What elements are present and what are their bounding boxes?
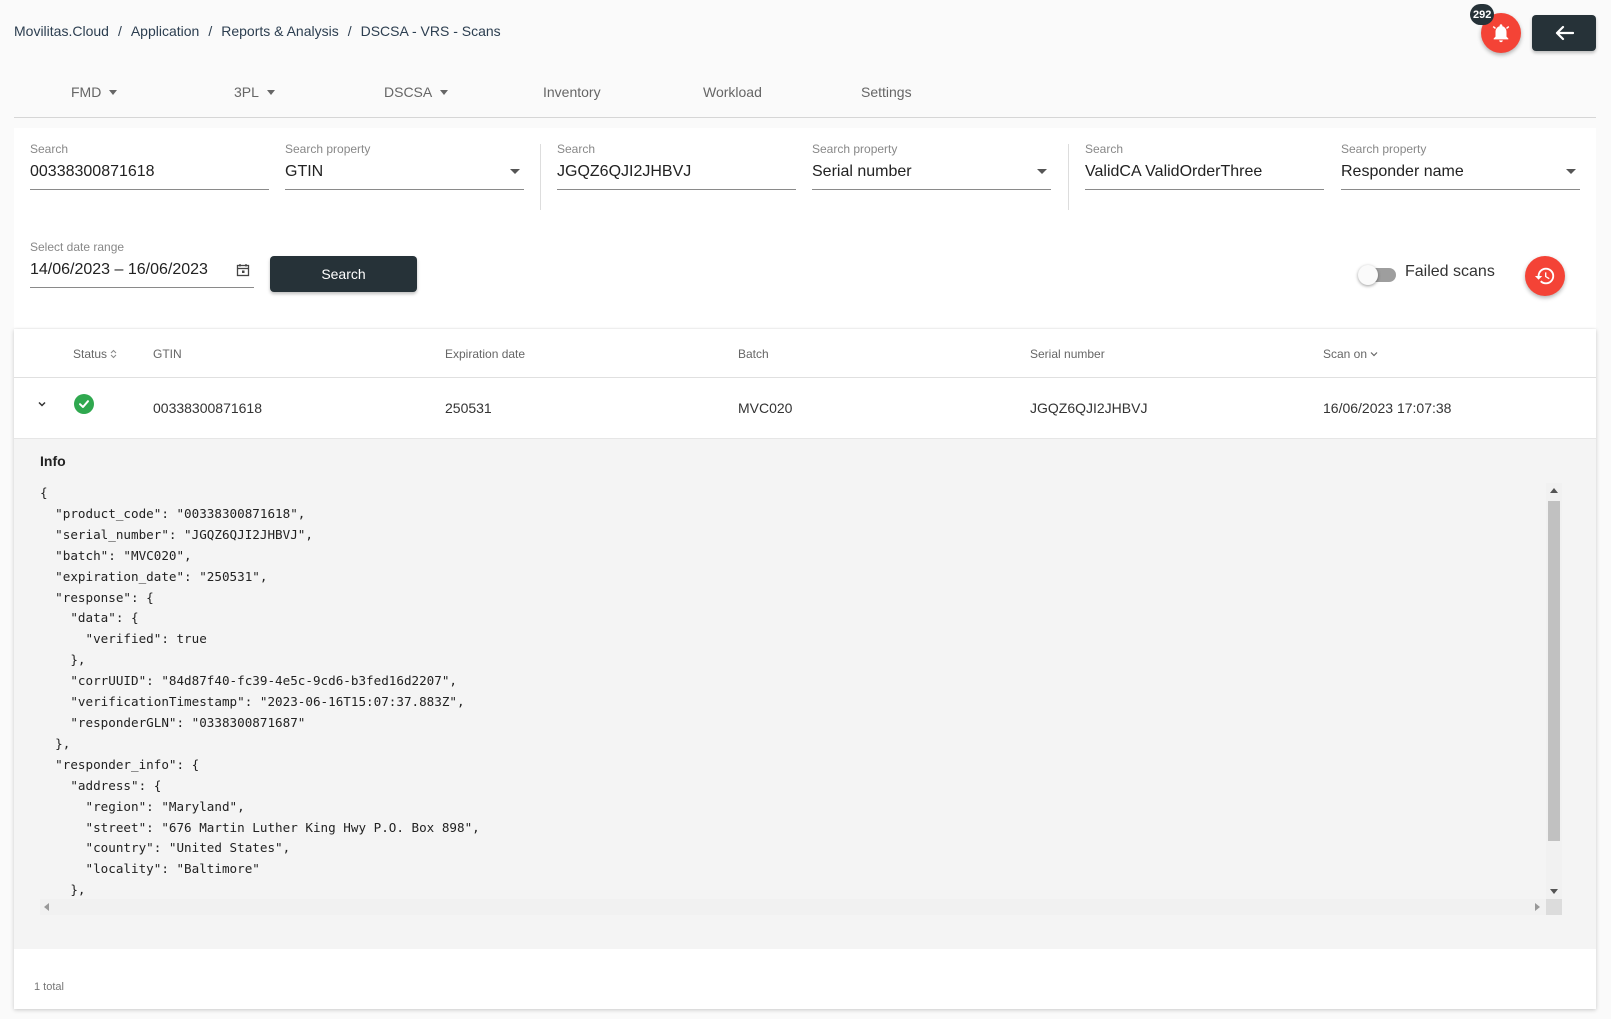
failed-scans-label: Failed scans xyxy=(1405,263,1495,280)
column-header-serial-number[interactable]: Serial number xyxy=(1030,347,1105,361)
history-icon xyxy=(1534,267,1555,285)
cell-serial-number: JGQZ6QJI2JHBVJ xyxy=(1030,400,1148,416)
caret-down-icon xyxy=(266,89,275,95)
field-label: Search xyxy=(557,142,596,156)
breadcrumb-current-page: DSCSA - VRS - Scans xyxy=(360,23,501,39)
json-viewer: { "product_code": "00338300871618", "ser… xyxy=(40,483,1576,923)
search-field-1[interactable]: Search 00338300871618 xyxy=(30,142,269,190)
vertical-scrollbar[interactable] xyxy=(1546,483,1562,899)
search-property-select-2[interactable]: Search property Serial number xyxy=(812,142,1051,190)
nav-item-settings[interactable]: Settings xyxy=(861,84,912,100)
cell-expiration-date: 250531 xyxy=(445,400,492,416)
caret-down-icon xyxy=(440,89,449,95)
search-field-2[interactable]: Search JGQZ6QJI2JHBVJ xyxy=(557,142,796,190)
nav-item-label: Inventory xyxy=(543,84,601,100)
sort-icon xyxy=(110,349,117,359)
cell-scan-on: 16/06/2023 17:07:38 xyxy=(1323,400,1452,416)
nav-item-3pl[interactable]: 3PL xyxy=(234,84,275,100)
breadcrumb-application[interactable]: Application xyxy=(131,23,200,39)
search-input[interactable]: ValidCA ValidOrderThree xyxy=(1085,161,1324,190)
property-select-value[interactable]: GTIN xyxy=(285,161,524,190)
nav-item-label: FMD xyxy=(71,84,102,100)
breadcrumb-separator: / xyxy=(347,23,352,39)
toggle-knob xyxy=(1358,265,1378,285)
column-header-gtin[interactable]: GTIN xyxy=(153,347,182,361)
bell-icon xyxy=(1492,24,1510,43)
breadcrumb-reports-analysis[interactable]: Reports & Analysis xyxy=(221,23,339,39)
json-content: { "product_code": "00338300871618", "ser… xyxy=(40,485,480,898)
notification-count-badge: 292 xyxy=(1470,4,1495,25)
breadcrumb-separator: / xyxy=(117,23,122,39)
nav-item-workload[interactable]: Workload xyxy=(703,84,762,100)
breadcrumb-movilitas-cloud[interactable]: Movilitas.Cloud xyxy=(14,23,109,39)
scroll-down-icon[interactable] xyxy=(1550,889,1558,894)
sort-desc-icon xyxy=(1370,352,1378,357)
date-range-input[interactable]: 14/06/2023 – 16/06/2023 xyxy=(30,259,254,288)
cell-gtin: 00338300871618 xyxy=(153,400,263,416)
field-label: Search xyxy=(1085,142,1124,156)
property-select-value[interactable]: Serial number xyxy=(812,161,1051,190)
main-nav: FMD 3PL DSCSA Inventory Workload Setting… xyxy=(14,70,1596,118)
field-label: Search property xyxy=(1341,142,1427,156)
date-range-field[interactable]: Select date range 14/06/2023 – 16/06/202… xyxy=(30,240,254,288)
search-button[interactable]: Search xyxy=(270,256,417,292)
scrollbar-thumb[interactable] xyxy=(1548,501,1560,841)
failed-scans-toggle[interactable] xyxy=(1358,265,1396,285)
nav-item-label: 3PL xyxy=(234,84,259,100)
column-label: Scan on xyxy=(1323,347,1368,361)
column-header-status[interactable]: Status xyxy=(73,347,117,361)
column-header-expiration-date[interactable]: Expiration date xyxy=(445,347,525,361)
search-input[interactable]: JGQZ6QJI2JHBVJ xyxy=(557,161,796,190)
nav-item-label: Settings xyxy=(861,84,912,100)
field-label: Select date range xyxy=(30,240,125,254)
field-label: Search xyxy=(30,142,69,156)
divider xyxy=(540,144,541,210)
column-header-scan-on[interactable]: Scan on xyxy=(1323,347,1378,361)
caret-down-icon xyxy=(109,89,118,95)
horizontal-scrollbar[interactable] xyxy=(40,899,1546,915)
check-icon xyxy=(79,400,89,408)
calendar-icon[interactable] xyxy=(236,263,250,277)
table-header: Status GTIN Expiration date Batch Serial… xyxy=(14,329,1596,378)
field-label: Search property xyxy=(285,142,371,156)
breadcrumb-separator: / xyxy=(208,23,213,39)
search-property-select-3[interactable]: Search property Responder name xyxy=(1341,142,1580,190)
scans-table: Status GTIN Expiration date Batch Serial… xyxy=(14,329,1596,1009)
field-label: Search property xyxy=(812,142,898,156)
nav-item-inventory[interactable]: Inventory xyxy=(543,84,601,100)
search-panel: Search 00338300871618 Search property GT… xyxy=(14,128,1596,328)
date-range-value: 14/06/2023 – 16/06/2023 xyxy=(30,261,208,278)
search-input[interactable]: 00338300871618 xyxy=(30,161,269,190)
nav-item-fmd[interactable]: FMD xyxy=(71,84,118,100)
nav-item-dscsa[interactable]: DSCSA xyxy=(384,84,449,100)
row-detail-panel: Info { "product_code": "00338300871618",… xyxy=(14,439,1596,949)
scroll-up-icon[interactable] xyxy=(1550,488,1558,493)
scroll-right-icon[interactable] xyxy=(1535,903,1540,911)
reset-history-button[interactable] xyxy=(1525,256,1565,296)
back-button[interactable] xyxy=(1532,15,1596,51)
search-field-3[interactable]: Search ValidCA ValidOrderThree xyxy=(1085,142,1324,190)
nav-item-label: DSCSA xyxy=(384,84,433,100)
status-success-icon xyxy=(74,394,94,414)
property-select-value[interactable]: Responder name xyxy=(1341,161,1580,190)
arrow-left-icon xyxy=(1555,25,1574,41)
detail-title: Info xyxy=(40,453,66,469)
notifications: 292 xyxy=(1470,4,1521,53)
search-property-select-1[interactable]: Search property GTIN xyxy=(285,142,524,190)
scroll-left-icon[interactable] xyxy=(44,903,49,911)
table-row[interactable]: 00338300871618 250531 MVC020 JGQZ6QJI2JH… xyxy=(14,378,1596,439)
total-count: 1 total xyxy=(34,981,64,993)
divider xyxy=(1068,144,1069,210)
nav-item-label: Workload xyxy=(703,84,762,100)
cell-batch: MVC020 xyxy=(738,400,793,416)
column-label: Status xyxy=(73,347,108,361)
chevron-down-icon[interactable] xyxy=(36,398,48,410)
breadcrumb: Movilitas.Cloud / Application / Reports … xyxy=(14,23,501,39)
scrollbar-corner xyxy=(1546,899,1562,915)
column-header-batch[interactable]: Batch xyxy=(738,347,769,361)
